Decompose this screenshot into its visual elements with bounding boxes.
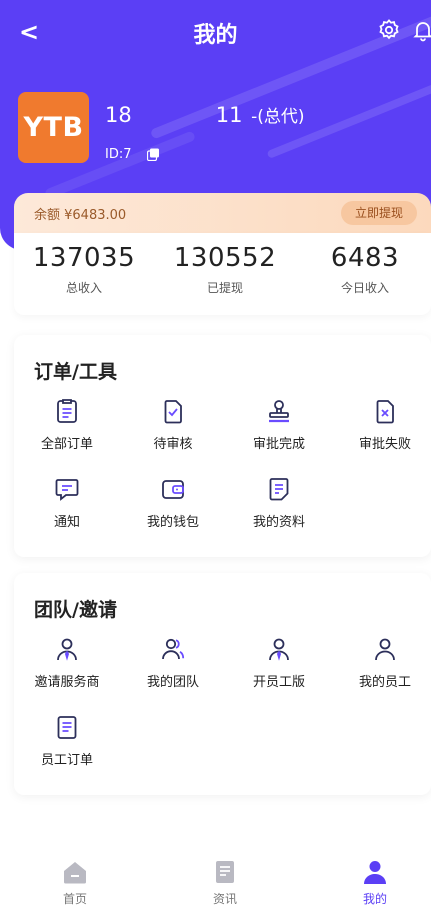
menu-label: 员工订单 — [40, 753, 93, 768]
tab-home[interactable]: 首页 — [35, 858, 115, 907]
balance-label: 余额 ¥6483.00 — [34, 208, 127, 223]
stat-label: 今日收入 — [340, 281, 389, 295]
stat-value: 6483 — [330, 243, 400, 273]
menu-invite-provider[interactable]: 邀请服务商 — [14, 635, 120, 690]
person-tie-icon — [57, 638, 77, 661]
tab-label: 我的 — [362, 892, 387, 906]
person-icon — [375, 638, 395, 661]
page-title: 我的 — [193, 23, 238, 48]
user-phone: 18 11 -(总代) — [105, 102, 305, 127]
menu-open-staff[interactable]: 开员工版 — [226, 635, 332, 690]
menu-label: 通知 — [53, 515, 80, 530]
menu-label: 我的员工 — [358, 675, 411, 690]
clipboard-list-icon — [57, 399, 77, 423]
stat-today-income: 6483 今日收入 — [295, 243, 431, 296]
menu-label: 开员工版 — [252, 675, 305, 690]
home-icon — [64, 862, 86, 884]
menu-label: 审批失败 — [358, 437, 411, 452]
doc-x-icon — [376, 400, 394, 424]
tab-label: 首页 — [62, 892, 87, 906]
avatar[interactable]: YTB — [18, 92, 89, 163]
stat-label: 已提现 — [206, 281, 243, 295]
menu-staff-orders[interactable]: 员工订单 — [14, 713, 120, 768]
menu-my-team[interactable]: 我的团队 — [120, 635, 226, 690]
menu-label: 我的团队 — [146, 675, 199, 690]
withdraw-button[interactable]: 立即提现 — [341, 201, 417, 225]
menu-label: 邀请服务商 — [34, 675, 100, 690]
menu-rejected[interactable]: 审批失败 — [332, 397, 431, 452]
menu-wallet[interactable]: 我的钱包 — [120, 475, 226, 530]
menu-all-orders[interactable]: 全部订单 — [14, 397, 120, 452]
menu-pending-review[interactable]: 待审核 — [120, 397, 226, 452]
balance-bar: 余额 ¥6483.00 立即提现 — [14, 193, 431, 233]
news-icon — [216, 861, 234, 883]
stat-value: 130552 — [173, 243, 277, 273]
menu-my-profile[interactable]: 我的资料 — [226, 475, 332, 530]
stat-label: 总收入 — [65, 281, 102, 295]
stats-card: 137035 总收入 130552 已提现 6483 今日收入 — [14, 233, 431, 315]
tab-mine[interactable]: 我的 — [335, 858, 415, 907]
menu-label: 审批完成 — [252, 437, 305, 452]
profile-doc-icon — [269, 478, 289, 501]
copy-icon[interactable] — [146, 148, 160, 162]
team-icon — [162, 638, 185, 660]
menu-label: 待审核 — [153, 437, 193, 452]
phone-number: 18 11 — [105, 103, 243, 127]
menu-approved[interactable]: 审批完成 — [226, 397, 332, 452]
message-icon — [55, 479, 79, 501]
menu-my-staff[interactable]: 我的员工 — [332, 635, 431, 690]
person-tie-icon — [269, 638, 289, 661]
user-icon — [364, 861, 386, 884]
orders-tools-card: 订单/工具 全部订单 待审核 审批完成 审批失败 通知 我的钱包 我的资料 — [14, 335, 431, 557]
team-invite-card: 团队/邀请 邀请服务商 我的团队 开员工版 我的员工 员工订单 — [14, 573, 431, 795]
menu-label: 我的钱包 — [146, 515, 199, 530]
doc-check-icon — [164, 400, 182, 424]
stat-total-income: 137035 总收入 — [14, 243, 154, 296]
user-role: -(总代) — [251, 107, 305, 127]
tab-news[interactable]: 资讯 — [185, 858, 265, 907]
user-id-row: ID:7 — [105, 147, 160, 162]
doc-icon — [57, 716, 77, 739]
stat-withdrawn: 130552 已提现 — [155, 243, 295, 296]
top-bar: < 我的 — [0, 0, 431, 64]
stat-value: 137035 — [32, 243, 136, 273]
section-title: 订单/工具 — [34, 361, 117, 383]
wallet-icon — [162, 480, 184, 499]
bell-icon[interactable] — [411, 18, 431, 42]
gear-icon[interactable] — [377, 18, 401, 42]
menu-label: 全部订单 — [40, 437, 93, 452]
tab-label: 资讯 — [212, 892, 237, 906]
menu-notifications[interactable]: 通知 — [14, 475, 120, 530]
user-id: ID:7 — [105, 147, 145, 162]
stamp-icon — [269, 400, 289, 423]
bottom-tab-bar: 首页 资讯 我的 — [0, 850, 431, 915]
menu-label: 我的资料 — [252, 515, 305, 530]
section-title: 团队/邀请 — [34, 599, 117, 621]
